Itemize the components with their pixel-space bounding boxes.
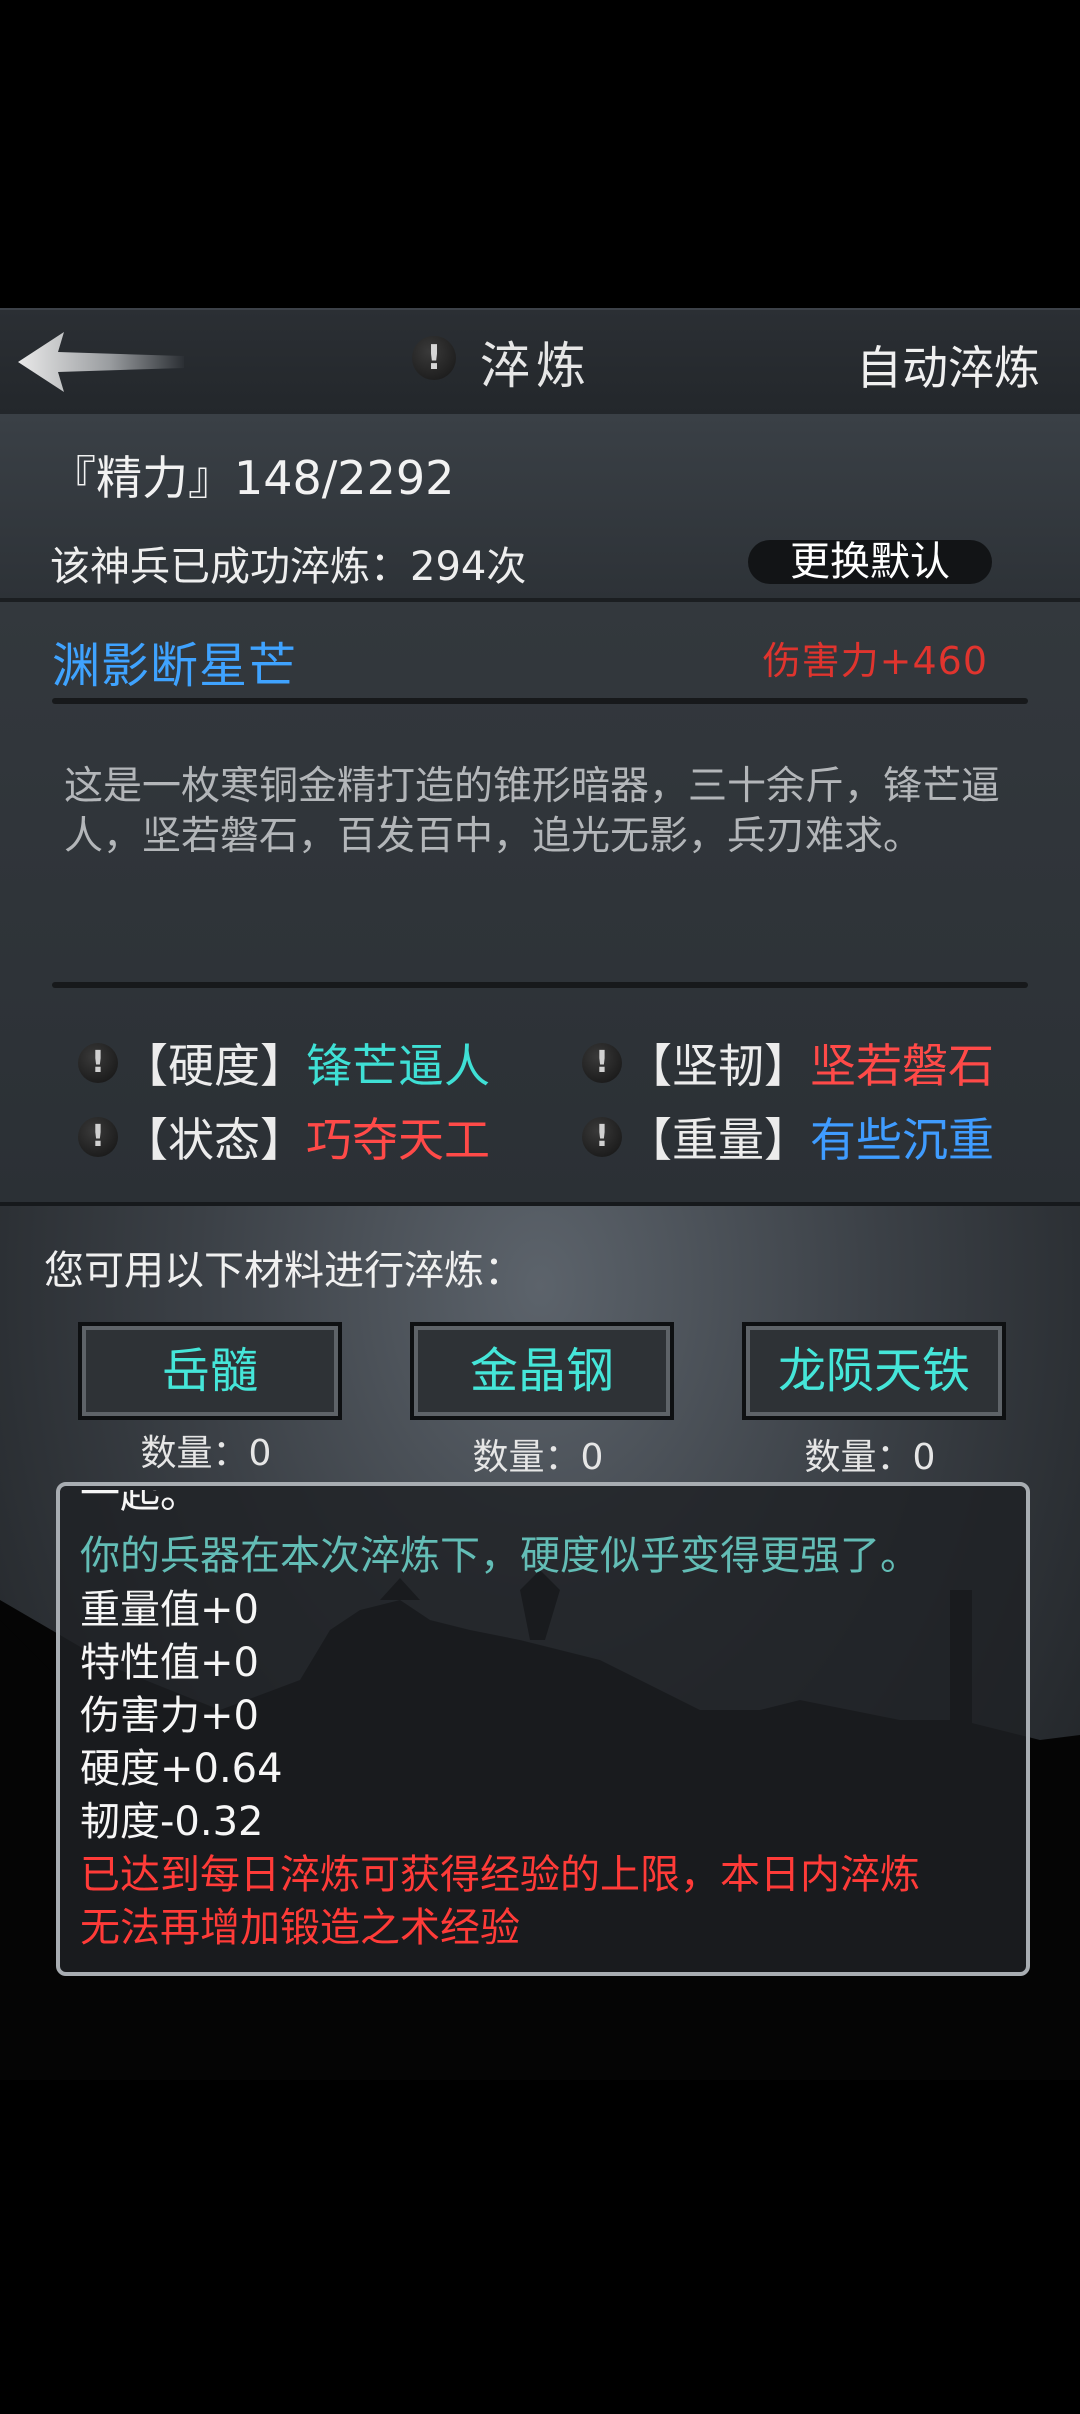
attribute-toughness: ! 【坚韧】 坚若磐石 bbox=[582, 1030, 994, 1096]
change-default-button[interactable]: 更换默认 bbox=[748, 540, 992, 584]
weapon-name: 渊影断星芒 bbox=[52, 638, 298, 694]
attribute-state: ! 【状态】 巧夺天工 bbox=[78, 1104, 490, 1170]
log-line: 韧度-0.32 bbox=[80, 1799, 264, 1845]
attribute-label: 【硬度】 bbox=[122, 1039, 306, 1093]
refine-success-count: 该神兵已成功淬炼：294次 bbox=[50, 544, 527, 590]
log-line: 你的兵器在本次淬炼下，硬度似乎变得更强了。 bbox=[80, 1533, 920, 1579]
divider-bottom bbox=[52, 982, 1028, 988]
divider-top bbox=[52, 698, 1028, 704]
info-icon[interactable]: ! bbox=[412, 336, 456, 380]
material-button-jinjinggang[interactable]: 金晶钢 bbox=[410, 1322, 674, 1420]
attribute-value: 有些沉重 bbox=[810, 1113, 994, 1167]
info-icon[interactable]: ! bbox=[78, 1043, 118, 1083]
weapon-description: 这是一枚寒铜金精打造的锥形暗器，三十余斤，锋芒逼人，坚若磐石，百发百中，追光无影… bbox=[64, 764, 1001, 859]
energy-value: 『精力』148/2292 bbox=[50, 451, 455, 505]
attribute-label: 【重量】 bbox=[626, 1113, 810, 1167]
attribute-hardness: ! 【硬度】 锋芒逼人 bbox=[78, 1030, 490, 1096]
log-line: 特性值+0 bbox=[80, 1640, 259, 1686]
attribute-weight: ! 【重量】 有些沉重 bbox=[582, 1104, 994, 1170]
materials-prompt: 您可用以下材料进行淬炼： bbox=[44, 1248, 524, 1294]
page-title: 淬炼 bbox=[480, 337, 592, 395]
info-icon[interactable]: ! bbox=[582, 1043, 622, 1083]
material-quantity: 数量：0 bbox=[472, 1437, 604, 1478]
material-button-longyuntiantie[interactable]: 龙陨天铁 bbox=[742, 1322, 1006, 1420]
back-arrow-icon[interactable] bbox=[16, 330, 186, 394]
log-line-warning: 已达到每日淬炼可获得经验的上限，本日内淬炼 bbox=[80, 1852, 920, 1898]
auto-refine-button[interactable]: 自动淬炼 bbox=[856, 332, 1040, 398]
attribute-label: 【坚韧】 bbox=[626, 1039, 810, 1093]
info-icon[interactable]: ! bbox=[78, 1117, 118, 1157]
log-line-warning: 无法再增加锻造之术经验 bbox=[80, 1905, 520, 1951]
log-line: 伤害力+0 bbox=[80, 1693, 259, 1739]
attribute-value: 锋芒逼人 bbox=[306, 1039, 490, 1093]
material-quantity: 数量：0 bbox=[140, 1433, 272, 1474]
material-button-yuesui[interactable]: 岳髓 bbox=[78, 1322, 342, 1420]
attribute-value: 坚若磐石 bbox=[810, 1039, 994, 1093]
material-quantity: 数量：0 bbox=[804, 1437, 936, 1478]
attribute-value: 巧夺天工 bbox=[306, 1113, 490, 1167]
damage-bonus: 伤害力+460 bbox=[762, 639, 988, 683]
info-icon[interactable]: ! bbox=[582, 1117, 622, 1157]
log-line: 硬度+0.64 bbox=[80, 1746, 283, 1792]
attribute-label: 【状态】 bbox=[122, 1113, 306, 1167]
log-line: 重量值+0 bbox=[80, 1587, 259, 1633]
